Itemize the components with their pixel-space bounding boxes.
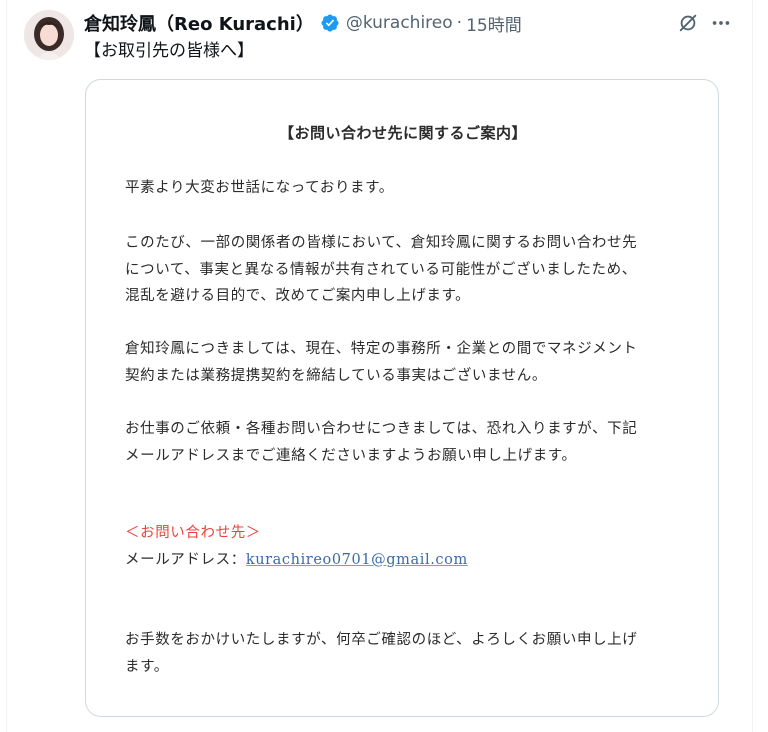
- notice-closing: お手数をおかけいたしますが、何卒ご確認のほど、よろしくお願い申し上げ ます。: [125, 627, 637, 680]
- text-line: について、事実と異なる情報が共有されている可能性がございましたため、: [125, 261, 637, 278]
- text-line: 倉知玲鳳につきましては、現在、特定の事務所・企業との間でマネジメント: [125, 341, 638, 357]
- email-label: メールアドレス：: [125, 552, 246, 568]
- tweet-header: 倉知玲鳳（Reo Kurachi） @kurachireo · 15時間: [84, 10, 522, 36]
- text-line: メールアドレスまでご連絡くださいますようお願い申し上げます。: [125, 447, 577, 464]
- tweet-text: 【お取引先の皆様へ】: [84, 41, 254, 61]
- text-line: 契約または業務提携契約を締結している事実はございません。: [125, 367, 547, 384]
- email-link: kurachireo0701@gmail.com: [245, 552, 468, 568]
- timeline-border-right: [752, 0, 753, 732]
- notice-paragraph-3: お仕事のご依頼・各種お問い合わせにつきましては、恐れ入りますが、下記 メールアド…: [125, 416, 637, 469]
- attached-image[interactable]: 【お問い合わせ先に関するご案内】 平素より大変お世話になっております。 このたび…: [85, 79, 719, 717]
- notice-paragraph-2: 倉知玲鳳につきましては、現在、特定の事務所・企業との間でマネジメント 契約または…: [125, 336, 638, 389]
- contact-heading: ＜お問い合わせ先＞: [125, 525, 261, 541]
- avatar[interactable]: [24, 10, 74, 60]
- more-icon[interactable]: [708, 10, 734, 36]
- timeline-border-left: [6, 0, 7, 732]
- notice-title: 【お問い合わせ先に関するご案内】: [278, 124, 527, 142]
- text-line: お手数をおかけいたしますが、何卒ご確認のほど、よろしくお願い申し上げ: [125, 632, 638, 648]
- email-row: メールアドレス：kurachireo0701@gmail.com: [125, 547, 468, 574]
- notice-paragraph-1: このたび、一部の関係者の皆様において、倉知玲鳳に関するお問い合わせ先 について、…: [125, 230, 637, 310]
- notice-greeting: 平素より大変お世話になっております。: [125, 180, 394, 196]
- display-name[interactable]: 倉知玲鳳（Reo Kurachi）: [84, 10, 314, 36]
- timestamp[interactable]: 15時間: [466, 11, 522, 36]
- verified-badge-icon[interactable]: [320, 13, 340, 33]
- separator-dot: ·: [456, 13, 463, 33]
- text-line: ます。: [125, 658, 169, 675]
- notice-document: 【お問い合わせ先に関するご案内】 平素より大変お世話になっております。 このたび…: [86, 80, 720, 718]
- user-handle[interactable]: @kurachireo: [346, 13, 453, 33]
- text-line: このたび、一部の関係者の皆様において、倉知玲鳳に関するお問い合わせ先: [125, 235, 638, 251]
- text-line: お仕事のご依頼・各種お問い合わせにつきましては、恐れ入りますが、下記: [125, 421, 638, 437]
- text-line: 混乱を避ける目的で、改めてご案内申し上げます。: [125, 288, 471, 304]
- grok-icon[interactable]: [675, 10, 701, 36]
